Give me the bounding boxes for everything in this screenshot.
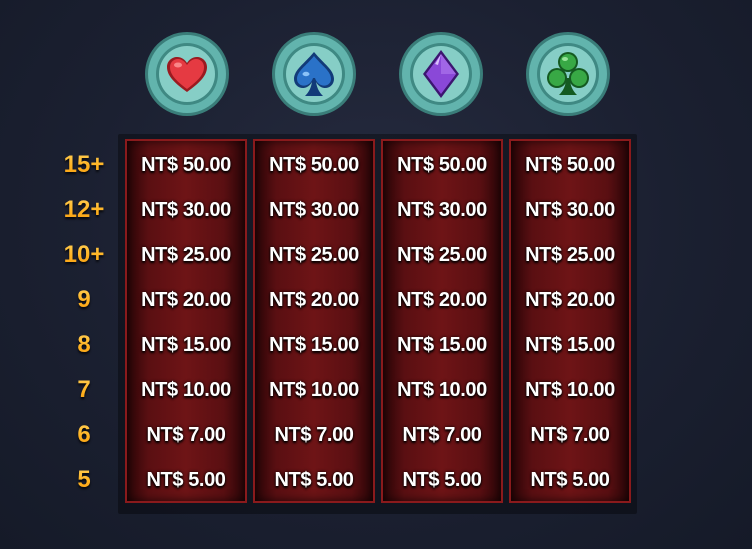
payout-cell: NT$ 25.00 xyxy=(397,244,487,266)
payout-cell: NT$ 30.00 xyxy=(141,199,231,221)
club-payout-column: NT$ 50.00 NT$ 30.00 NT$ 25.00 NT$ 20.00 … xyxy=(509,139,631,503)
payout-cell: NT$ 15.00 xyxy=(141,334,231,356)
payout-cell: NT$ 25.00 xyxy=(525,244,615,266)
payout-cell: NT$ 10.00 xyxy=(141,379,231,401)
count-label: 5 xyxy=(60,457,108,502)
payout-cell: NT$ 15.00 xyxy=(525,334,615,356)
payout-cell: NT$ 10.00 xyxy=(525,379,615,401)
payout-cell: NT$ 7.00 xyxy=(146,424,226,446)
spade-icon xyxy=(272,32,356,116)
payout-cell: NT$ 15.00 xyxy=(269,334,359,356)
payout-cell: NT$ 50.00 xyxy=(269,154,359,176)
count-label: 9 xyxy=(60,277,108,322)
payout-cell: NT$ 30.00 xyxy=(397,199,487,221)
payout-cell: NT$ 30.00 xyxy=(525,199,615,221)
spade-symbol xyxy=(270,30,358,118)
count-label: 15+ xyxy=(60,142,108,187)
payout-cell: NT$ 20.00 xyxy=(525,289,615,311)
count-label: 12+ xyxy=(60,187,108,232)
count-label: 10+ xyxy=(60,232,108,277)
payout-cell: NT$ 10.00 xyxy=(397,379,487,401)
count-label: 8 xyxy=(60,322,108,367)
diamond-icon xyxy=(399,32,483,116)
suit-header-row xyxy=(0,30,752,120)
payout-cell: NT$ 20.00 xyxy=(269,289,359,311)
club-symbol xyxy=(524,30,612,118)
payout-cell: NT$ 20.00 xyxy=(141,289,231,311)
payout-cell: NT$ 15.00 xyxy=(397,334,487,356)
payout-cell: NT$ 50.00 xyxy=(525,154,615,176)
payout-cell: NT$ 7.00 xyxy=(402,424,482,446)
diamond-payout-column: NT$ 50.00 NT$ 30.00 NT$ 25.00 NT$ 20.00 … xyxy=(381,139,503,503)
payout-cell: NT$ 20.00 xyxy=(397,289,487,311)
paytable: 15+ 12+ 10+ 9 8 7 6 5 NT$ 50.00 NT$ 30.0… xyxy=(0,0,752,549)
payout-cell: NT$ 25.00 xyxy=(141,244,231,266)
heart-payout-column: NT$ 50.00 NT$ 30.00 NT$ 25.00 NT$ 20.00 … xyxy=(125,139,247,503)
count-label: 7 xyxy=(60,367,108,412)
payout-cell: NT$ 5.00 xyxy=(146,469,226,491)
heart-symbol xyxy=(143,30,231,118)
payout-cell: NT$ 5.00 xyxy=(402,469,482,491)
payout-cell: NT$ 5.00 xyxy=(530,469,610,491)
diamond-symbol xyxy=(397,30,485,118)
club-icon xyxy=(526,32,610,116)
payout-cell: NT$ 50.00 xyxy=(397,154,487,176)
spade-payout-column: NT$ 50.00 NT$ 30.00 NT$ 25.00 NT$ 20.00 … xyxy=(253,139,375,503)
payout-cell: NT$ 25.00 xyxy=(269,244,359,266)
payout-cell: NT$ 7.00 xyxy=(530,424,610,446)
count-label: 6 xyxy=(60,412,108,457)
payout-cell: NT$ 7.00 xyxy=(274,424,354,446)
payout-cell: NT$ 30.00 xyxy=(269,199,359,221)
payout-cell: NT$ 10.00 xyxy=(269,379,359,401)
payout-cell: NT$ 50.00 xyxy=(141,154,231,176)
payout-cell: NT$ 5.00 xyxy=(274,469,354,491)
heart-icon xyxy=(145,32,229,116)
